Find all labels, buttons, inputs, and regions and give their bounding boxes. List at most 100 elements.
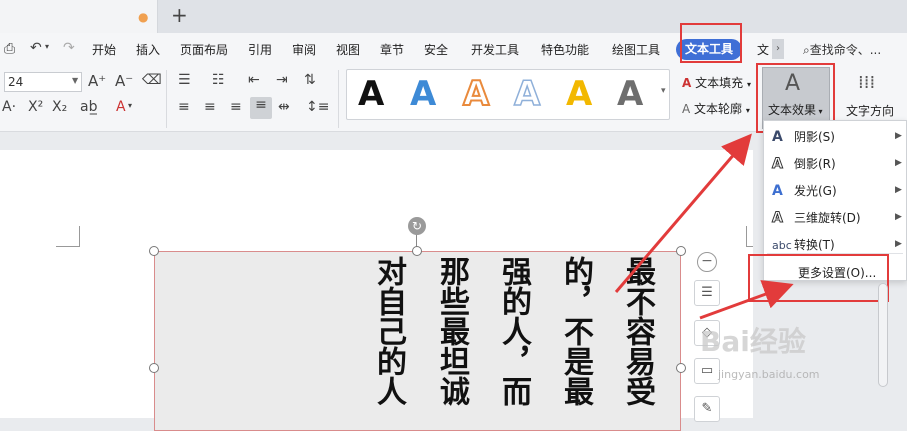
shrink-font-icon[interactable]: A⁻ <box>115 72 133 90</box>
strikethrough-icon[interactable]: A· <box>2 99 16 115</box>
menu-view[interactable]: 视图 <box>336 41 360 58</box>
menu-item-shadow[interactable]: A 阴影(S) <box>772 128 835 150</box>
layout-options-icon[interactable]: ☰ <box>694 280 720 306</box>
text-style-gray[interactable]: A <box>617 74 643 114</box>
menu-overflow[interactable]: 文 <box>757 41 769 58</box>
rotation-3d-icon: A <box>772 210 784 227</box>
text-outline-icon: A <box>682 102 691 116</box>
menu-item-reflection[interactable]: A 倒影(R) <box>772 155 836 177</box>
preview-icon[interactable]: ⎙ <box>4 41 15 57</box>
text-outline-button[interactable]: A 文本轮廓 ▾ <box>682 100 750 117</box>
redo-icon[interactable]: ↷ <box>63 40 75 56</box>
resize-handle[interactable] <box>676 363 686 373</box>
document-tab[interactable] <box>0 0 158 33</box>
distribute-icon[interactable]: ⇹ <box>278 99 290 115</box>
highlight-more-settings <box>748 254 889 302</box>
unsaved-dot-icon: ● <box>138 10 149 24</box>
font-size-select[interactable]: 24 <box>4 72 82 92</box>
ribbon-divider <box>338 70 339 128</box>
text-fill-button[interactable]: A 文本填充 ▾ <box>682 74 751 91</box>
phonetic-icon[interactable]: ab̲ <box>80 99 97 115</box>
subscript-icon[interactable]: X₂ <box>52 99 67 115</box>
text-style-blue[interactable]: A <box>410 74 436 114</box>
command-search-label: 查找命令、... <box>809 43 882 57</box>
justify-icon[interactable]: ≡ <box>250 97 272 119</box>
menu-references[interactable]: 引用 <box>248 41 272 58</box>
menu-scroll-right-icon[interactable]: › <box>772 39 784 59</box>
transform-icon: abc <box>772 239 792 252</box>
resize-handle[interactable] <box>676 246 686 256</box>
menu-chapter[interactable]: 章节 <box>380 41 404 58</box>
command-search[interactable]: ⌕查找命令、... <box>803 41 881 58</box>
menu-drawing-tools[interactable]: 绘图工具 <box>612 41 660 58</box>
text-fill-icon: A <box>682 76 692 90</box>
text-style-gold[interactable]: A <box>566 74 592 114</box>
chevron-down-icon: ▾ <box>745 106 750 115</box>
text-box[interactable] <box>154 251 681 431</box>
undo-icon[interactable]: ↶ <box>30 40 42 56</box>
page-corner-mark <box>746 226 753 247</box>
text-column: 最不容易受 <box>620 256 655 406</box>
menu-insert[interactable]: 插入 <box>136 41 160 58</box>
glow-icon: A <box>772 183 783 199</box>
collapse-toolbar-icon[interactable]: − <box>697 252 717 272</box>
submenu-arrow-icon: ▶ <box>895 212 902 222</box>
text-column: 对自己的人 <box>371 256 406 406</box>
resize-handle[interactable] <box>149 246 159 256</box>
text-outline-label: 文本轮廓 <box>694 102 743 116</box>
menu-home[interactable]: 开始 <box>92 41 116 58</box>
shadow-icon: A <box>772 129 783 145</box>
vertical-scrollbar[interactable] <box>878 283 888 387</box>
decrease-indent-icon[interactable]: ⇤ <box>248 72 260 88</box>
page-corner-mark <box>56 226 80 247</box>
text-direction-small-icon[interactable]: ⇅ <box>304 72 316 88</box>
text-direction-label[interactable]: 文字方向 <box>846 102 894 119</box>
bullet-list-icon[interactable]: ☰ <box>178 72 191 88</box>
submenu-arrow-icon: ▶ <box>895 239 902 249</box>
text-column: 那些最坦诚 <box>434 256 469 406</box>
menu-developer[interactable]: 开发工具 <box>471 41 519 58</box>
grow-font-icon[interactable]: A⁺ <box>88 72 106 90</box>
menu-features[interactable]: 特色功能 <box>541 41 589 58</box>
watermark-url: jingyan.baidu.com <box>718 368 820 381</box>
menu-item-3d-rotation[interactable]: A 三维旋转(D) <box>772 209 861 231</box>
resize-handle[interactable] <box>149 363 159 373</box>
format-painter-icon[interactable]: ✎ <box>694 396 720 422</box>
font-color-icon[interactable]: A <box>116 99 126 115</box>
search-icon: ⌕ <box>803 43 810 57</box>
superscript-icon[interactable]: X² <box>28 99 43 115</box>
chevron-down-icon: ▾ <box>746 80 751 89</box>
text-direction-icon[interactable]: ⁞⁞⁞ <box>858 72 875 93</box>
submenu-arrow-icon: ▶ <box>895 185 902 195</box>
watermark: Bai经验 <box>700 325 806 358</box>
text-style-blue-outline[interactable]: A <box>513 73 541 115</box>
line-spacing-icon[interactable]: ↕≡ <box>306 99 329 115</box>
menu-item-glow[interactable]: A 发光(G) <box>772 182 837 204</box>
text-style-black[interactable]: A <box>358 74 384 114</box>
menu-page-layout[interactable]: 页面布局 <box>180 41 228 58</box>
menu-security[interactable]: 安全 <box>424 41 448 58</box>
rotate-handle-icon[interactable]: ↻ <box>408 217 426 235</box>
undo-dropdown-icon[interactable]: ▾ <box>45 42 49 51</box>
new-tab-button[interactable]: + <box>171 3 188 27</box>
align-left-icon[interactable]: ≡ <box>178 99 190 115</box>
text-column: 强的人，而 <box>496 256 531 406</box>
align-right-icon[interactable]: ≡ <box>230 99 242 115</box>
text-style-orange-outline[interactable]: A <box>462 73 490 115</box>
clear-format-icon[interactable]: ⌫ <box>142 72 162 88</box>
reflection-icon: A <box>772 156 784 173</box>
submenu-arrow-icon: ▶ <box>895 158 902 168</box>
increase-indent-icon[interactable]: ⇥ <box>276 72 288 88</box>
text-column: 的，不是最 <box>558 256 593 406</box>
text-fill-label: 文本填充 <box>695 76 744 90</box>
numbered-list-icon[interactable]: ☷ <box>212 72 225 88</box>
font-color-dropdown-icon[interactable]: ▾ <box>128 101 132 110</box>
outline-shape-icon[interactable]: ▭ <box>694 358 720 384</box>
align-center-icon[interactable]: ≡ <box>204 99 216 115</box>
resize-handle[interactable] <box>412 246 422 256</box>
menu-review[interactable]: 审阅 <box>292 41 316 58</box>
submenu-arrow-icon: ▶ <box>895 131 902 141</box>
styles-expand-icon[interactable]: ▾ <box>661 86 666 96</box>
chevron-down-icon[interactable]: ▼ <box>72 76 78 85</box>
ribbon-divider <box>166 70 167 128</box>
